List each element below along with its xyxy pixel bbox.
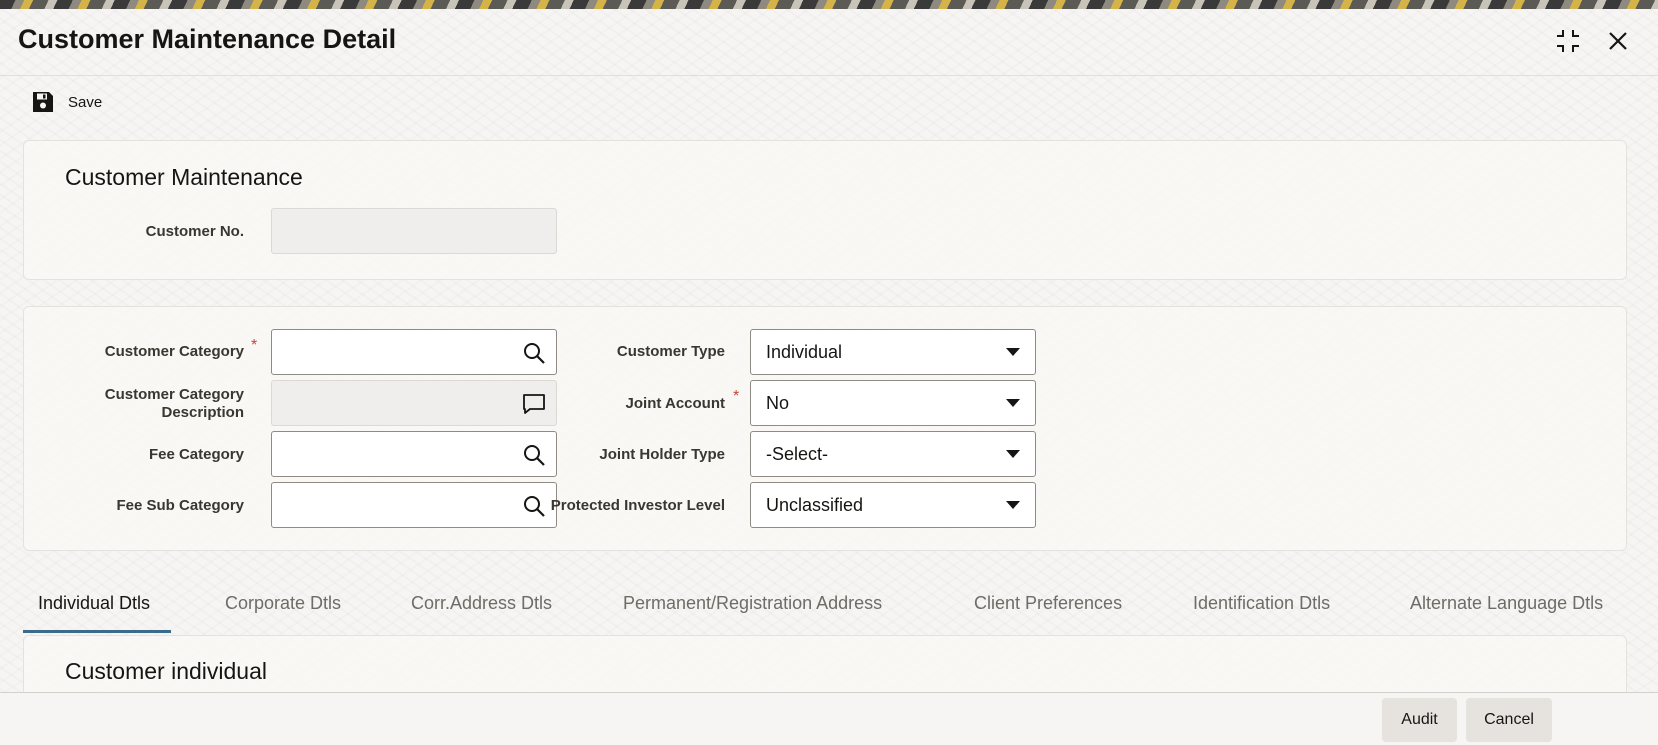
- tab-permanent-registration-address[interactable]: Permanent/Registration Address: [623, 593, 882, 614]
- customer-type-select[interactable]: Individual: [750, 329, 1036, 375]
- protected-investor-level-label: Protected Investor Level: [550, 497, 725, 514]
- tab-corporate-dtls[interactable]: Corporate Dtls: [225, 593, 341, 614]
- chevron-down-icon: [1006, 348, 1020, 356]
- joint-holder-type-select[interactable]: -Select-: [750, 431, 1036, 477]
- fee-category-label: Fee Category: [148, 446, 244, 463]
- customer-category-label: Customer Category: [104, 343, 244, 360]
- tab-alternate-language-dtls[interactable]: Alternate Language Dtls: [1410, 593, 1603, 614]
- floppy-disk-icon: [33, 92, 53, 112]
- header-banner-strip: [0, 0, 1658, 9]
- joint-holder-type-label: Joint Holder Type: [599, 446, 725, 463]
- section-title-customer-maintenance: Customer Maintenance: [65, 164, 303, 190]
- tab-identification-dtls[interactable]: Identification Dtls: [1193, 593, 1330, 614]
- tab-client-preferences[interactable]: Client Preferences: [974, 593, 1122, 614]
- collapse-icon[interactable]: [1554, 27, 1582, 55]
- joint-account-select[interactable]: No: [750, 380, 1036, 426]
- required-marker: *: [251, 337, 258, 354]
- required-marker: *: [733, 388, 740, 405]
- save-button[interactable]: Save: [32, 91, 102, 113]
- section-title-customer-individual: Customer individual: [65, 658, 267, 684]
- joint-account-label: Joint Account: [625, 395, 725, 412]
- close-icon[interactable]: [1604, 27, 1632, 55]
- customer-no-field: [271, 208, 557, 254]
- tab-individual-dtls[interactable]: Individual Dtls: [38, 593, 150, 614]
- tab-corr-address-dtls[interactable]: Corr.Address Dtls: [411, 593, 552, 614]
- customer-no-label: Customer No.: [145, 223, 244, 240]
- customer-maintenance-panel: Customer Maintenance Customer No.: [23, 140, 1627, 280]
- customer-individual-panel: Customer individual: [23, 635, 1627, 695]
- chevron-down-icon: [1006, 450, 1020, 458]
- fee-sub-category-label: Fee Sub Category: [116, 497, 244, 514]
- customer-category-description-label: Customer Category Description: [104, 386, 244, 421]
- dialog-window: Customer Maintenance Detail Save Custome: [0, 9, 1658, 745]
- toolbar: Save: [32, 91, 102, 113]
- window-controls: [1554, 27, 1632, 55]
- customer-type-label: Customer Type: [616, 343, 725, 360]
- audit-button[interactable]: Audit: [1382, 698, 1457, 742]
- detail-tabs: Individual Dtls Corporate Dtls Corr.Addr…: [23, 593, 1658, 635]
- save-label: Save: [68, 93, 103, 111]
- chevron-down-icon: [1006, 501, 1020, 509]
- title-divider: [0, 75, 1658, 76]
- chevron-down-icon: [1006, 399, 1020, 407]
- active-tab-indicator: [23, 630, 171, 633]
- cancel-button[interactable]: Cancel: [1466, 698, 1552, 742]
- protected-investor-level-select[interactable]: Unclassified: [750, 482, 1036, 528]
- window-title: Customer Maintenance Detail: [18, 24, 397, 54]
- customer-details-panel: Customer Category * Customer Category De…: [23, 306, 1627, 551]
